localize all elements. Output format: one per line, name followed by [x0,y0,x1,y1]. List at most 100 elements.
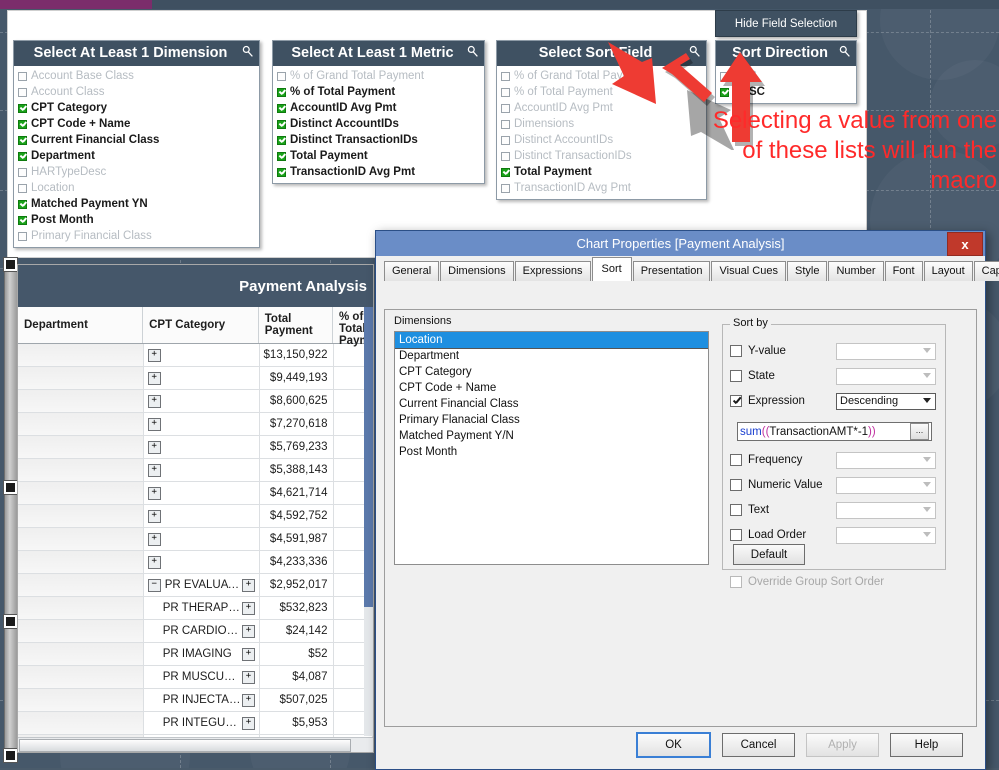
cell-cpt-category[interactable]: + [144,505,260,527]
dropdown-load-order[interactable] [836,526,936,544]
listbox-item[interactable]: % of Total Payment [497,84,706,100]
selection-handle[interactable] [4,481,17,494]
cell-cpt-category[interactable]: + [144,459,260,481]
dropdown-expression-direction[interactable]: Descending [836,392,936,410]
dimension-list-item[interactable]: Primary Flanacial Class [395,412,708,428]
checkbox-checked-icon[interactable] [18,135,27,145]
cell-total-payment[interactable]: $13,150,922 [260,344,335,366]
search-icon[interactable] [241,45,254,58]
listbox-item[interactable]: AccountID Avg Pmt [497,100,706,116]
table-row[interactable]: + $4,591,987 [18,528,373,551]
cell-total-payment[interactable]: $7,270,618 [260,413,335,435]
checkbox-expression[interactable] [730,395,742,407]
checkbox-checked-icon[interactable] [501,167,510,177]
expand-icon[interactable]: + [147,532,161,546]
cell-cpt-category[interactable]: + [144,528,260,550]
default-button[interactable]: Default [733,544,805,565]
pivot-vertical-scroll-thumb[interactable] [364,307,373,607]
sort-by-row-frequency[interactable]: Frequency [730,450,936,470]
ok-button[interactable]: OK [636,732,711,758]
expand-icon[interactable]: + [147,440,161,454]
table-row[interactable]: + $4,233,336 [18,551,373,574]
listbox-item[interactable]: Distinct TransactionIDs [497,148,706,164]
table-row[interactable]: PR CARDIOVASCU...+$24,142 [18,620,373,643]
listbox-items[interactable]: % of Grand Total Payment % of Total Payme… [497,66,706,199]
cell-cpt-category[interactable]: PR INJECTABLE M...+ [144,689,260,711]
checkbox-load-order[interactable] [730,529,742,541]
expand-icon[interactable]: + [147,371,161,385]
cell-cpt-category[interactable]: + [144,344,260,366]
checkbox-icon[interactable] [501,119,510,129]
cell-cpt-category[interactable]: + [144,413,260,435]
table-row[interactable]: + $5,388,143 [18,459,373,482]
cell-total-payment[interactable]: $8,600,625 [260,390,335,412]
collapse-icon[interactable]: − [147,578,161,592]
listbox-item[interactable]: CPT Code + Name [14,116,259,132]
cell-department[interactable] [18,367,144,389]
dropdown-frequency[interactable] [836,451,936,469]
expand-icon[interactable]: + [241,624,255,638]
cell-total-payment[interactable]: $4,087 [260,666,335,688]
listbox-item[interactable]: Total Payment [497,164,706,180]
cell-department[interactable] [18,574,144,596]
cell-department[interactable] [18,505,144,527]
dialog-tab-strip[interactable]: General Dimensions Expressions Sort Presenta… [380,257,999,281]
tab-expressions[interactable]: Expressions [514,261,591,281]
checkbox-checked-icon[interactable] [277,87,286,97]
listbox-item[interactable]: Account Class [14,84,259,100]
cell-department[interactable] [18,666,144,688]
cell-department[interactable] [18,689,144,711]
expand-icon[interactable]: + [241,601,255,615]
cell-department[interactable] [18,712,144,734]
search-icon[interactable] [466,45,479,58]
cell-total-payment[interactable]: $5,388,143 [260,459,335,481]
cell-total-payment[interactable]: $9,449,193 [260,367,335,389]
dropdown-numeric-value[interactable] [836,476,936,494]
cell-total-payment[interactable]: $5,769,233 [260,436,335,458]
table-row[interactable]: + $4,621,714 [18,482,373,505]
expand-icon[interactable]: + [241,693,255,707]
expression-browse-button[interactable]: ... [910,423,929,440]
tab-style[interactable]: Style [786,261,828,281]
table-row[interactable]: PR THERAPEUTIC ...+$532,823 [18,597,373,620]
cell-department[interactable] [18,482,144,504]
listbox-select-metric[interactable]: Select At Least 1 Metric % of Grand Tota… [272,40,485,184]
listbox-item[interactable]: Distinct AccountIDs [273,116,484,132]
chart-properties-dialog[interactable]: Chart Properties [Payment Analysis] x Ge… [375,230,999,770]
cell-cpt-category[interactable]: PR IMAGING + [144,643,260,665]
cell-cpt-category[interactable]: + [144,436,260,458]
pivot-horizontal-scrollbar[interactable] [18,737,373,752]
column-header-total-payment[interactable]: Total Payment [259,307,333,343]
listbox-items[interactable]: ASC DESC [716,66,856,103]
expand-icon[interactable]: + [147,555,161,569]
expand-icon[interactable]: + [147,486,161,500]
checkbox-icon[interactable] [18,87,27,97]
checkbox-icon[interactable] [501,71,510,81]
listbox-item[interactable]: Matched Payment YN [14,196,259,212]
checkbox-checked-icon[interactable] [277,167,286,177]
table-row[interactable]: + $8,600,625 [18,390,373,413]
table-row[interactable]: PR INTEGUMENT...+$5,953 [18,712,373,735]
checkbox-checked-icon[interactable] [277,135,286,145]
pivot-table[interactable]: Payment Analysis Department CPT Category… [17,264,374,753]
tab-presentation[interactable]: Presentation [632,261,711,281]
cell-cpt-category[interactable]: + [144,367,260,389]
expand-icon[interactable]: + [147,348,161,362]
sort-by-row-state[interactable]: State [730,366,936,386]
listbox-item[interactable]: AccountID Avg Pmt [273,100,484,116]
expression-input[interactable]: sum((TransactionAMT*-1)) ... [737,422,932,441]
listbox-item[interactable]: % of Grand Total Payment [497,68,706,84]
cell-total-payment[interactable]: $532,823 [260,597,335,619]
checkbox-checked-icon[interactable] [18,199,27,209]
checkbox-numeric-value[interactable] [730,479,742,491]
table-row[interactable]: + $4,592,752 [18,505,373,528]
checkbox-text[interactable] [730,504,742,516]
close-icon[interactable]: x [947,232,983,256]
column-header-cpt-category[interactable]: CPT Category [143,307,259,343]
cell-cpt-category[interactable]: PR MUSCULOSKE...+ [144,666,260,688]
cell-department[interactable] [18,390,144,412]
cell-department[interactable] [18,459,144,481]
hide-field-selection-button[interactable]: Hide Field Selection [715,10,857,37]
listbox-item[interactable]: Account Base Class [14,68,259,84]
checkbox-checked-icon[interactable] [18,215,27,225]
